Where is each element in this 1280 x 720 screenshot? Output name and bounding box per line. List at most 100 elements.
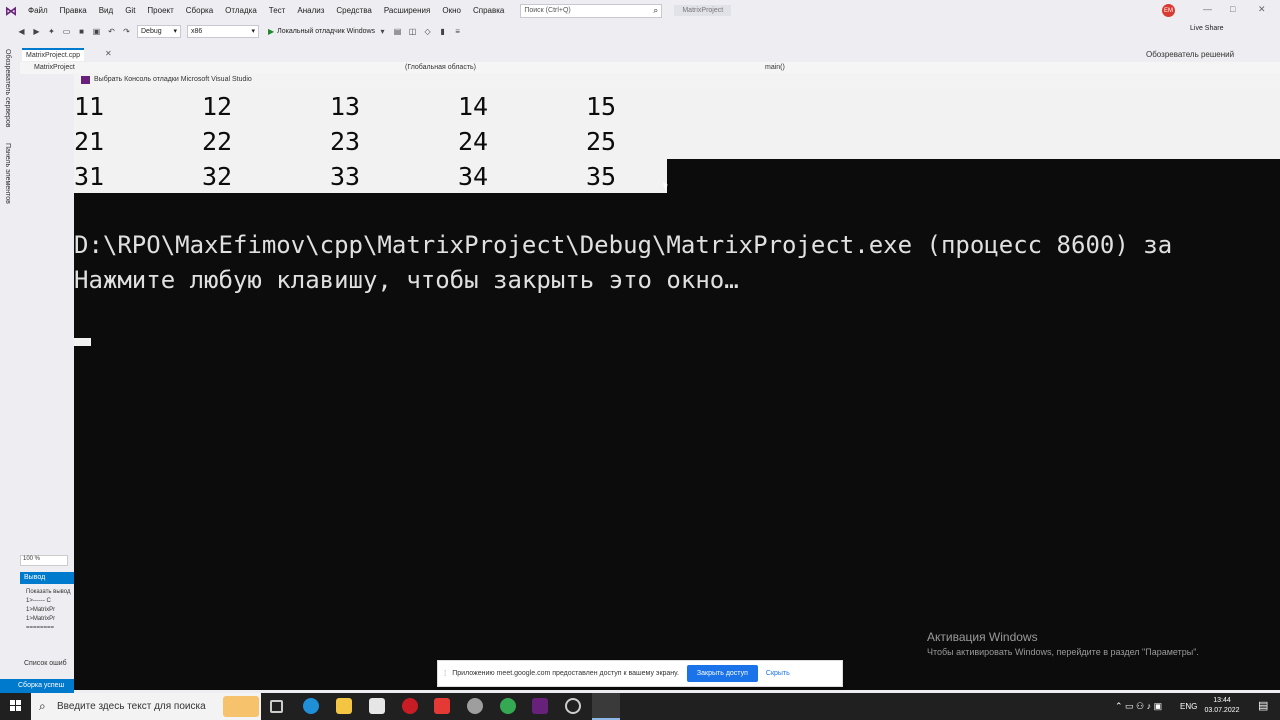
tab-matrixproject-cpp[interactable]: MatrixProject.cpp — [22, 48, 85, 61]
toolbar: ◀ ▶ ✦ ▭ ■ ▣ ↶ ↷ Debug ▾ x86 ▾ ▶ Локальны… — [0, 21, 1280, 41]
chrome-icon[interactable] — [500, 698, 516, 714]
platform-select[interactable]: x86 ▾ — [187, 24, 259, 38]
menu-project[interactable]: Проект — [141, 6, 179, 15]
matrix-row: 31 32 33 34 35 — [74, 160, 667, 195]
redo-icon[interactable]: ↷ — [121, 26, 132, 37]
left-tool-strip: Обозреватель серверов Панель элементов — [0, 41, 20, 681]
edge-icon[interactable] — [303, 698, 319, 714]
close-icon[interactable]: ✕ — [1258, 4, 1266, 15]
menu-git[interactable]: Git — [119, 6, 141, 15]
menu-build[interactable]: Сборка — [180, 6, 219, 15]
zoom-select[interactable]: 100 % — [20, 555, 68, 566]
comment-icon[interactable]: ≡ — [452, 26, 463, 37]
output-panel-title[interactable]: Вывод — [20, 572, 74, 584]
chrome-alt-icon[interactable] — [467, 698, 483, 714]
menu-tools[interactable]: Средства — [330, 6, 377, 15]
language-indicator[interactable]: ENG — [1180, 702, 1197, 711]
save-icon[interactable]: ■ — [76, 26, 87, 37]
matrix-cell: 31 — [74, 162, 105, 191]
search-input[interactable]: Поиск (Ctrl+Q) ⌕ — [520, 3, 663, 18]
matrix-row: 11 12 13 14 15 — [74, 90, 667, 125]
search-icon: ⌕ — [39, 699, 46, 713]
search-icon: ⌕ — [653, 4, 659, 15]
editor-tab-bar: MatrixProject.cpp ✕ — [20, 48, 1280, 62]
chevron-down-icon: ▾ — [173, 28, 177, 35]
attach-icon[interactable]: ▤ — [392, 26, 403, 37]
activation-subtitle: Чтобы активировать Windows, перейдите в … — [927, 647, 1199, 657]
server-explorer-tab[interactable]: Обозреватель серверов — [4, 49, 11, 127]
close-icon[interactable]: ✕ — [105, 49, 112, 58]
nav-scope[interactable]: (Глобальная область) — [405, 64, 476, 71]
console-taskbar-icon[interactable] — [592, 693, 620, 720]
menu-help[interactable]: Справка — [467, 6, 510, 15]
taskbar-search-input[interactable]: ⌕ Введите здесь текст для поиска — [31, 693, 261, 720]
output-line: ======== — [26, 625, 55, 631]
undo-icon[interactable]: ↶ — [106, 26, 117, 37]
output-show-label: Показать вывод — [26, 589, 71, 595]
screen-share-bar: ⁞ Приложению meet.google.com предоставле… — [437, 660, 843, 687]
menu-edit[interactable]: Правка — [54, 6, 93, 15]
console-body[interactable]: 11 12 13 14 15 21 22 23 24 25 31 32 33 3… — [74, 87, 1280, 690]
matrix-cell: 24 — [458, 127, 489, 156]
live-share-button[interactable]: Live Share — [1190, 25, 1223, 32]
menu-file[interactable]: Файл — [22, 6, 54, 15]
visual-studio-icon[interactable] — [532, 698, 548, 714]
minimize-icon[interactable]: — — [1203, 4, 1212, 14]
matrix-cell: 25 — [586, 127, 617, 156]
menu-debug[interactable]: Отладка — [219, 6, 263, 15]
open-icon[interactable]: ▭ — [61, 26, 72, 37]
maximize-icon[interactable]: □ — [1230, 4, 1235, 14]
hide-button[interactable]: Скрыть — [766, 670, 790, 677]
new-item-icon[interactable]: ✦ — [46, 26, 57, 37]
console-title: Выбрать Консоль отладки Microsoft Visual… — [94, 76, 252, 83]
matrix-cell: 32 — [202, 162, 233, 191]
tray-icons[interactable]: ⌃ ▭ ⚇ ♪ ▣ — [1115, 701, 1162, 712]
taskbar: ⌕ Введите здесь текст для поиска ⌃ ▭ ⚇ ♪… — [0, 693, 1280, 720]
clock[interactable]: 13:44 03.07.2022 — [1202, 696, 1242, 716]
solution-explorer-title[interactable]: Обозреватель решений — [1146, 50, 1234, 59]
menu-test[interactable]: Тест — [263, 6, 292, 15]
platform-value: x86 — [191, 27, 203, 35]
error-list-tab[interactable]: Список ошиб — [24, 660, 67, 667]
nav-project[interactable]: MatrixProject — [34, 64, 75, 71]
breakpoint-icon[interactable]: ◇ — [422, 26, 433, 37]
matrix-cell: 35 — [586, 162, 617, 191]
nav-function[interactable]: main() — [765, 64, 785, 71]
windows-start-icon[interactable] — [10, 700, 22, 712]
app-circle-icon[interactable] — [565, 698, 581, 714]
store-icon[interactable] — [369, 698, 385, 714]
matrix-cell: 34 — [458, 162, 489, 191]
windows-activation-watermark: Активация Windows Чтобы активировать Win… — [927, 630, 1199, 657]
menu-bar: ⋈ Файл Правка Вид Git Проект Сборка Отла… — [0, 0, 1280, 21]
menu-view[interactable]: Вид — [93, 6, 119, 15]
avatar[interactable]: EM — [1162, 4, 1175, 17]
console-title-bar[interactable]: Выбрать Консоль отладки Microsoft Visual… — [74, 73, 1280, 87]
file-explorer-icon[interactable] — [336, 698, 352, 714]
save-all-icon[interactable]: ▣ — [91, 26, 102, 37]
run-icon[interactable]: ▶ — [268, 27, 274, 36]
config-select[interactable]: Debug ▾ — [137, 24, 181, 38]
chevron-down-icon[interactable]: ▾ — [377, 26, 388, 37]
menu-analyze[interactable]: Анализ — [291, 6, 330, 15]
drag-handle-icon[interactable]: ⁞ — [444, 669, 446, 678]
app-red-icon[interactable] — [402, 698, 418, 714]
yandex-icon[interactable] — [434, 698, 450, 714]
menu-extensions[interactable]: Расширения — [378, 6, 437, 15]
task-view-icon[interactable] — [270, 700, 283, 713]
console-cursor — [74, 338, 91, 346]
back-icon[interactable]: ◀ — [16, 26, 27, 37]
matrix-cell: 12 — [202, 92, 233, 121]
notification-icon[interactable]: ▤ — [1258, 699, 1268, 712]
activation-title: Активация Windows — [927, 630, 1038, 644]
menu-window[interactable]: Окно — [436, 6, 467, 15]
bookmark-icon[interactable]: ▮ — [437, 26, 448, 37]
diagnostics-icon[interactable]: ◫ — [407, 26, 418, 37]
console-window[interactable]: Выбрать Консоль отладки Microsoft Visual… — [74, 73, 1280, 690]
matrix-cell: 22 — [202, 127, 233, 156]
run-debugger-button[interactable]: Локальный отладчик Windows — [277, 28, 375, 35]
forward-icon[interactable]: ▶ — [31, 26, 42, 37]
matrix-cell: 15 — [586, 92, 617, 121]
stop-sharing-button[interactable]: Закрыть доступ — [686, 665, 758, 682]
visual-studio-logo-icon: ⋈ — [5, 3, 17, 18]
toolbox-tab[interactable]: Панель элементов — [4, 143, 11, 204]
